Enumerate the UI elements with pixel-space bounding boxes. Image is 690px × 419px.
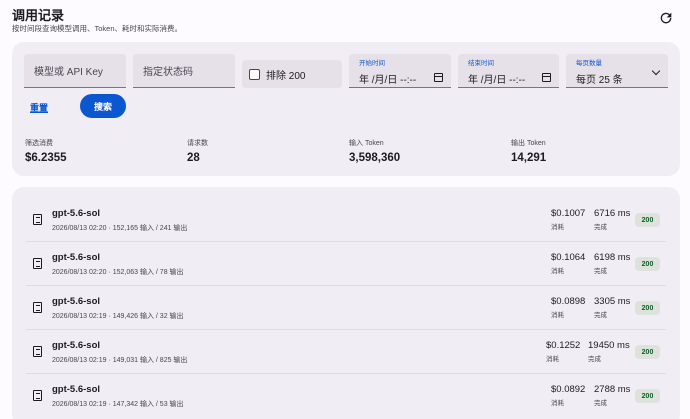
end-time-label: 结束时间 (468, 60, 494, 67)
record-cost-label: 消耗 (551, 224, 564, 231)
record-duration: 19450 ms 完成 (588, 340, 630, 363)
record-cost-label: 消耗 (546, 356, 559, 363)
record-row[interactable]: gpt-5.6-sol 2026/08/13 02:19 · 147,342 输… (26, 375, 666, 418)
record-cost-value: $0.0892 (551, 384, 586, 395)
stat-value: 14,291 (511, 152, 547, 164)
document-icon (33, 258, 42, 269)
record-duration: 3305 ms 完成 (594, 296, 630, 319)
calendar-icon[interactable] (434, 73, 443, 82)
status-badge: 200 (635, 213, 660, 227)
status-badge: 200 (635, 257, 660, 271)
record-meta: 2026/08/13 02:20 · 152,165 输入 / 241 输出 (52, 225, 188, 232)
exclude-200-checkbox[interactable] (249, 68, 260, 80)
record-duration: 2788 ms 完成 (594, 384, 630, 407)
record-cost: $0.0898 消耗 (551, 296, 585, 319)
calendar-icon[interactable] (542, 73, 551, 82)
record-meta: 2026/08/13 02:19 · 149,426 输入 / 32 输出 (52, 313, 184, 320)
record-meta: 2026/08/13 02:20 · 152,063 输入 / 78 输出 (52, 269, 184, 276)
record-model: gpt-5.6-sol (52, 384, 101, 395)
record-cost-value: $0.1007 (551, 208, 586, 219)
record-cost-label: 消耗 (551, 312, 564, 319)
record-cost-value: $0.1064 (551, 252, 586, 263)
status-badge: 200 (635, 345, 660, 359)
stat-label: 筛选消费 (25, 140, 53, 147)
page-size-label: 每页数量 (576, 60, 602, 67)
record-duration-value: 2788 ms (594, 384, 631, 395)
record-model: gpt-5.6-sol (52, 296, 101, 307)
record-duration-value: 3305 ms (594, 296, 631, 307)
record-row[interactable]: gpt-5.6-sol 2026/08/13 02:20 · 152,063 输… (26, 243, 666, 286)
record-cost-value: $0.0898 (551, 296, 586, 307)
records-list: gpt-5.6-sol 2026/08/13 02:20 · 152,165 输… (12, 187, 680, 419)
record-cost: $0.0892 消耗 (551, 384, 585, 407)
stat-label: 请求数 (187, 140, 208, 147)
record-duration-label: 完成 (594, 312, 607, 319)
record-model: gpt-5.6-sol (52, 340, 101, 351)
record-duration-value: 19450 ms (588, 340, 630, 351)
record-duration-value: 6198 ms (594, 252, 631, 263)
record-cost-value: $0.1252 (546, 340, 581, 351)
record-cost: $0.1064 消耗 (551, 252, 585, 275)
record-duration-label: 完成 (594, 268, 607, 275)
record-model: gpt-5.6-sol (52, 252, 101, 263)
end-time-field[interactable]: 结束时间 年 /月/日 --:-- (458, 54, 559, 88)
record-row[interactable]: gpt-5.6-sol 2026/08/13 02:20 · 152,165 输… (26, 199, 666, 242)
page-size-value: 每页 25 条 (576, 75, 623, 86)
stat-output-tokens: 输出 Token 14,291 (511, 138, 546, 164)
stat-value: 28 (187, 152, 200, 164)
record-cost-label: 消耗 (551, 268, 564, 275)
record-duration: 6198 ms 完成 (594, 252, 630, 275)
document-icon (33, 390, 42, 401)
record-meta: 2026/08/13 02:19 · 149,031 输入 / 825 输出 (52, 357, 188, 364)
record-duration-value: 6716 ms (594, 208, 631, 219)
status-code-input[interactable]: 指定状态码 (133, 54, 235, 88)
end-time-value: 年 /月/日 --:-- (468, 75, 526, 86)
exclude-200-label: 排除 200 (266, 70, 306, 82)
page-title: 调用记录 (12, 8, 65, 23)
search-button[interactable]: 搜索 (80, 94, 126, 118)
record-duration-label: 完成 (588, 356, 601, 363)
document-icon (33, 302, 42, 313)
page-size-select[interactable]: 每页数量 每页 25 条 (566, 54, 668, 88)
stat-input-tokens: 输入 Token 3,598,360 (349, 138, 400, 164)
record-row[interactable]: gpt-5.6-sol 2026/08/13 02:19 · 149,426 输… (26, 287, 666, 330)
record-row[interactable]: gpt-5.6-sol 2026/08/13 02:19 · 149,031 输… (26, 331, 666, 374)
record-duration-label: 完成 (594, 400, 607, 407)
stat-requests: 请求数 28 (187, 138, 208, 164)
start-time-value: 年 /月/日 --:-- (359, 75, 417, 86)
record-duration-label: 完成 (594, 224, 607, 231)
status-badge: 200 (635, 301, 660, 315)
record-meta: 2026/08/13 02:19 · 147,342 输入 / 53 输出 (52, 401, 184, 408)
page-subtitle: 按时间段查询模型调用、Token、耗时和实际消费。 (12, 24, 183, 33)
filter-panel: 模型或 API Key 指定状态码 排除 200 开始时间 年 /月/日 --:… (12, 42, 680, 176)
stat-value: $6.2355 (25, 152, 67, 164)
record-cost: $0.1252 消耗 (546, 340, 580, 363)
document-icon (33, 214, 42, 225)
stat-label: 输出 Token (511, 140, 546, 147)
record-cost: $0.1007 消耗 (551, 208, 585, 231)
reset-button[interactable]: 重置 (30, 101, 48, 114)
record-cost-label: 消耗 (551, 400, 564, 407)
chevron-down-icon (651, 66, 661, 76)
status-badge: 200 (635, 389, 660, 403)
stat-cost: 筛选消费 $6.2355 (25, 138, 67, 164)
status-code-placeholder: 指定状态码 (143, 67, 193, 78)
document-icon (33, 346, 42, 357)
model-input-placeholder: 模型或 API Key (34, 67, 103, 78)
refresh-icon[interactable] (658, 10, 674, 26)
record-model: gpt-5.6-sol (52, 208, 101, 219)
exclude-200-toggle[interactable]: 排除 200 (242, 60, 342, 88)
start-time-label: 开始时间 (359, 60, 385, 67)
model-input[interactable]: 模型或 API Key (24, 54, 126, 88)
record-duration: 6716 ms 完成 (594, 208, 630, 231)
stat-value: 3,598,360 (349, 152, 401, 164)
start-time-field[interactable]: 开始时间 年 /月/日 --:-- (349, 54, 451, 88)
stat-label: 输入 Token (349, 140, 384, 147)
